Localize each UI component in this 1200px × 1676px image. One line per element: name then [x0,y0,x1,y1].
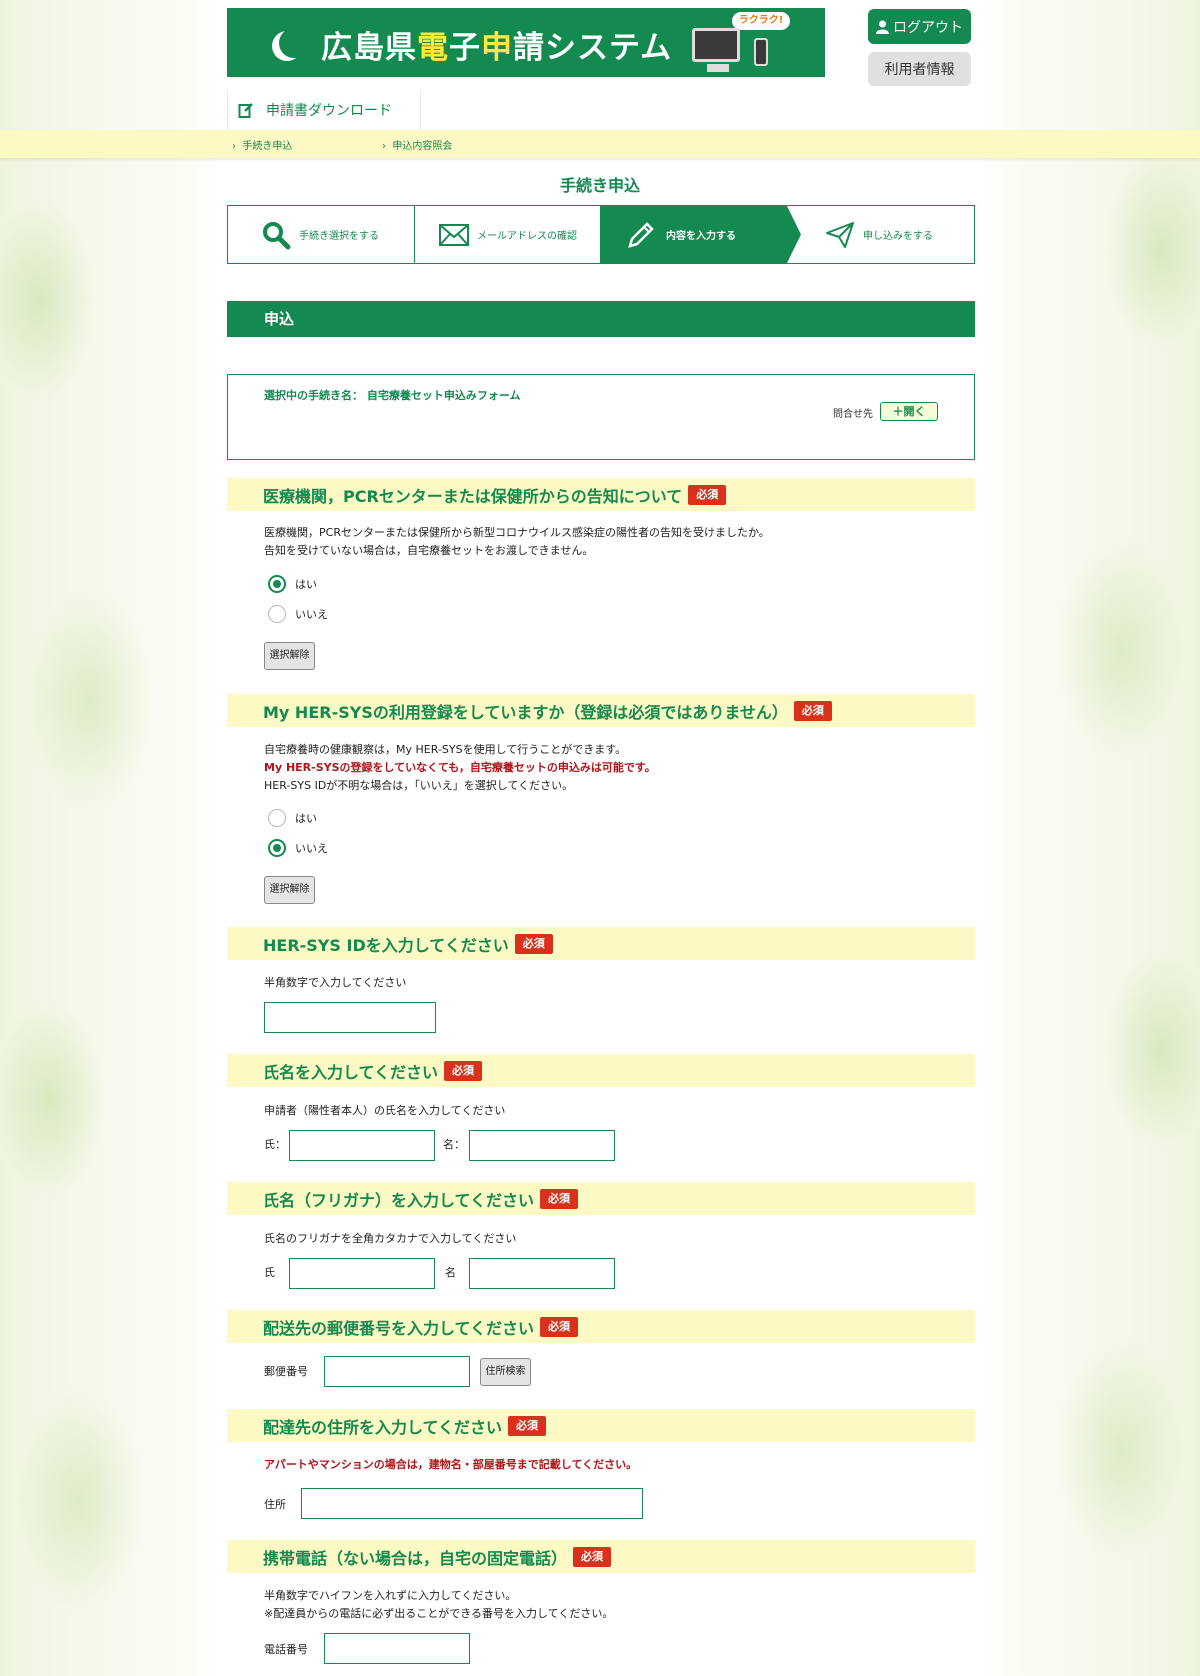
step-submit: 申し込みをする [825,206,975,263]
breadcrumb-bar [0,130,1200,158]
last-name-kana-input[interactable] [289,1258,435,1289]
user-icon [876,20,889,34]
question-header-address: 配達先の住所を入力してください 必須 [227,1409,975,1442]
question-header-hersys-id: HER-SYS IDを入力してください 必須 [227,927,975,960]
question-header-name: 氏名を入力してください 必須 [227,1054,975,1087]
hersys-id-input[interactable] [264,1002,436,1033]
radio-notification-yes[interactable]: はい [268,575,317,593]
question-header-postal-code: 配送先の郵便番号を入力してください 必須 [227,1310,975,1343]
phone-label: 電話番号 [264,1643,308,1656]
last-name-input[interactable] [289,1130,435,1161]
first-name-kana-label: 名 [445,1266,456,1279]
radio-button[interactable] [268,809,286,827]
breadcrumb-item-application[interactable]: › 手続き申込 [232,137,292,152]
radio-button-selected[interactable] [268,839,286,857]
clear-selection-button[interactable]: 選択解除 [264,876,315,904]
site-title: 広島県電子申請システム [321,30,673,66]
smartphone-icon [754,38,768,66]
download-doc-icon [238,103,253,118]
logout-label: ログアウト [893,19,963,36]
question-title: 配送先の郵便番号を入力してください [263,1319,535,1338]
clear-selection-button[interactable]: 選択解除 [264,642,315,670]
selected-procedure-box: 選択中の手続き名： 自宅療養セット申込みフォーム 問合せ先 ＋開く [227,374,975,460]
search-icon [263,221,291,249]
required-badge: 必須 [514,934,553,954]
question-header-notification: 医療機関，PCRセンターまたは保健所からの告知について 必須 [227,478,975,511]
question-description: 申請者（陽性者本人）の氏名を入力してください [264,1104,506,1117]
question-description: 半角数字で入力してください [264,976,407,989]
phone-input[interactable] [324,1633,470,1664]
question-title: 配達先の住所を入力してください [263,1418,503,1437]
address-search-button[interactable]: 住所検索 [480,1358,531,1386]
warning-text: アパートやマンションの場合は，建物名・部屋番号まで記載してください。 [264,1458,638,1471]
user-info-button[interactable]: 利用者情報 [868,52,971,86]
required-badge: 必須 [444,1061,483,1081]
step-select-procedure: 手続き選択をする [228,206,415,263]
address-label: 住所 [264,1498,286,1511]
first-name-label: 名： [443,1138,465,1151]
question-description: 半角数字でハイフンを入れずに入力してください。 ※配達員からの電話に必ず出ること… [264,1589,614,1620]
question-header-phone: 携帯電話（ない場合は，自宅の固定電話） 必須 [227,1540,975,1573]
address-input[interactable] [301,1488,643,1519]
radio-notification-no[interactable]: いいえ [268,605,328,623]
selected-procedure-name: 選択中の手続き名： 自宅療養セット申込みフォーム [264,389,521,402]
moon-logo-icon [279,28,309,58]
radio-hersys-no[interactable]: いいえ [268,839,328,857]
question-description: 氏名のフリガナを全角カタカナで入力してください [264,1232,517,1245]
page-title: 手続き申込 [559,176,640,195]
required-badge: 必須 [793,701,832,721]
question-title: 氏名（フリガナ）を入力してください [263,1191,535,1210]
section-header-apply: 申込 [227,301,975,337]
banner-speech-bubble: ラクラク! [732,12,790,30]
last-name-kana-label: 氏 [264,1266,275,1279]
question-title: HER-SYS IDを入力してください [263,936,509,955]
radio-button[interactable] [268,605,286,623]
inquiry-label: 問合せ先 [833,409,873,420]
step-enter-content: 内容を入力する [626,206,736,263]
required-badge: 必須 [540,1189,579,1209]
step-email-confirm: メールアドレスの確認 [415,206,601,263]
question-title: 医療機関，PCRセンターまたは保健所からの告知について [263,487,683,506]
question-title: My HER-SYSの利用登録をしていますか（登録は必須ではありません） [263,703,788,722]
radio-button-selected[interactable] [268,575,286,593]
postal-code-input[interactable] [324,1356,470,1387]
site-banner[interactable]: 広島県電子申請システム ラクラク! [227,8,825,77]
question-title: 氏名を入力してください [263,1063,439,1082]
last-name-label: 氏： [264,1138,286,1151]
download-tab[interactable]: 申請書ダウンロード [227,90,421,130]
question-title: 携帯電話（ない場合は，自宅の固定電話） [263,1549,568,1568]
download-tab-label: 申請書ダウンロード [266,103,392,119]
first-name-kana-input[interactable] [469,1258,615,1289]
send-icon [826,221,854,248]
question-header-hersys-registration: My HER-SYSの利用登録をしていますか（登録は必須ではありません） 必須 [227,694,975,727]
mail-icon [439,223,469,246]
computer-icon [692,28,740,72]
breadcrumb-item-inquiry[interactable]: › 申込内容照会 [382,137,452,152]
progress-steps: 手続き選択をする メールアドレスの確認 内容を入力する 申し込みをする [227,205,975,264]
question-header-name-kana: 氏名（フリガナ）を入力してください 必須 [227,1182,975,1215]
radio-hersys-yes[interactable]: はい [268,809,317,827]
pencil-icon [628,221,654,248]
required-badge: 必須 [540,1317,579,1337]
logout-button[interactable]: ログアウト [868,9,971,44]
required-badge: 必須 [508,1416,547,1436]
postal-code-label: 郵便番号 [264,1365,308,1378]
warning-text: My HER-SYSの登録をしていなくても，自宅療養セットの申込みは可能です。 [264,761,656,774]
required-badge: 必須 [573,1547,612,1567]
question-description: 医療機関，PCRセンターまたは保健所から新型コロナウイルス感染症の陽性者の告知を… [264,526,770,557]
inquiry-open-button[interactable]: ＋開く [880,402,938,421]
required-badge: 必須 [688,485,727,505]
first-name-input[interactable] [469,1130,615,1161]
question-description: 自宅療養時の健康観察は，My HER-SYSを使用して行うことができます。 My… [264,743,656,792]
